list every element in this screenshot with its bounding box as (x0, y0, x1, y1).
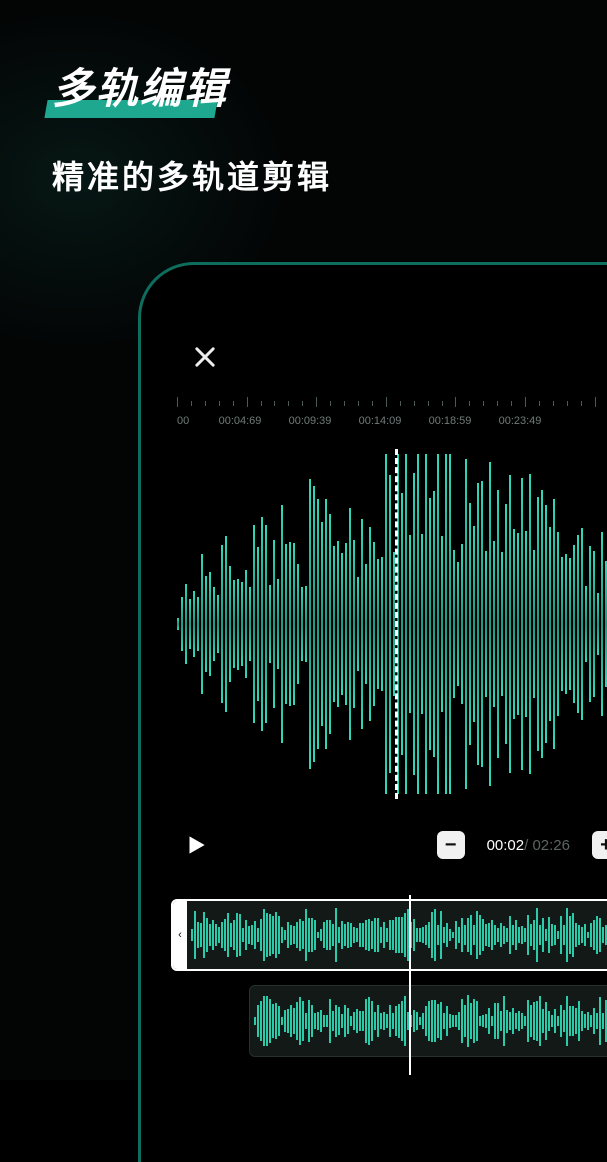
ruler-label: 00:18:59 (415, 415, 485, 427)
phone-frame: 导 0000:04:6900:09:3900:14:0900:18:5900:2… (138, 262, 607, 1162)
timeline-ruler[interactable]: 0000:04:6900:09:3900:14:0900:18:5900:23:… (177, 397, 607, 435)
page-title: 多轨编辑 (52, 55, 228, 116)
zoom-out-button[interactable]: − (437, 831, 465, 859)
editor-topbar: 导 (191, 335, 607, 379)
track-playhead[interactable] (409, 895, 411, 1075)
time-display: 00:02 / 02:26 (487, 837, 570, 854)
track-area: ‹ (171, 899, 607, 1071)
ruler-label: 00:14:09 (345, 415, 415, 427)
play-button[interactable] (183, 832, 209, 858)
current-time: 00:02 (487, 837, 525, 854)
ruler-label: 00:23:49 (485, 415, 555, 427)
ruler-label: 00:04:69 (205, 415, 275, 427)
audio-clip-1[interactable]: ‹ (171, 899, 607, 971)
phone-screen: 导 0000:04:6900:09:3900:14:0900:18:5900:2… (155, 279, 607, 1162)
close-icon[interactable] (191, 343, 219, 371)
ruler-labels: 0000:04:6900:09:3900:14:0900:18:5900:23:… (177, 415, 607, 427)
transport-bar: − 00:02 / 02:26 + (183, 821, 607, 869)
total-time: / 02:26 (524, 837, 570, 854)
audio-clip-2[interactable] (249, 985, 607, 1057)
playhead-indicator[interactable] (395, 449, 398, 799)
track-1: ‹ (171, 899, 607, 971)
main-waveform[interactable] (155, 449, 607, 799)
ruler-label: 00 (177, 415, 205, 427)
clip-handle-left[interactable]: ‹ (173, 901, 187, 969)
track-2 (171, 985, 607, 1057)
headline-block: 多轨编辑 精准的多轨道剪辑 (52, 55, 332, 198)
page-subtitle: 精准的多轨道剪辑 (52, 152, 332, 198)
zoom-in-button[interactable]: + (592, 831, 607, 859)
ruler-label: 00:09:39 (275, 415, 345, 427)
